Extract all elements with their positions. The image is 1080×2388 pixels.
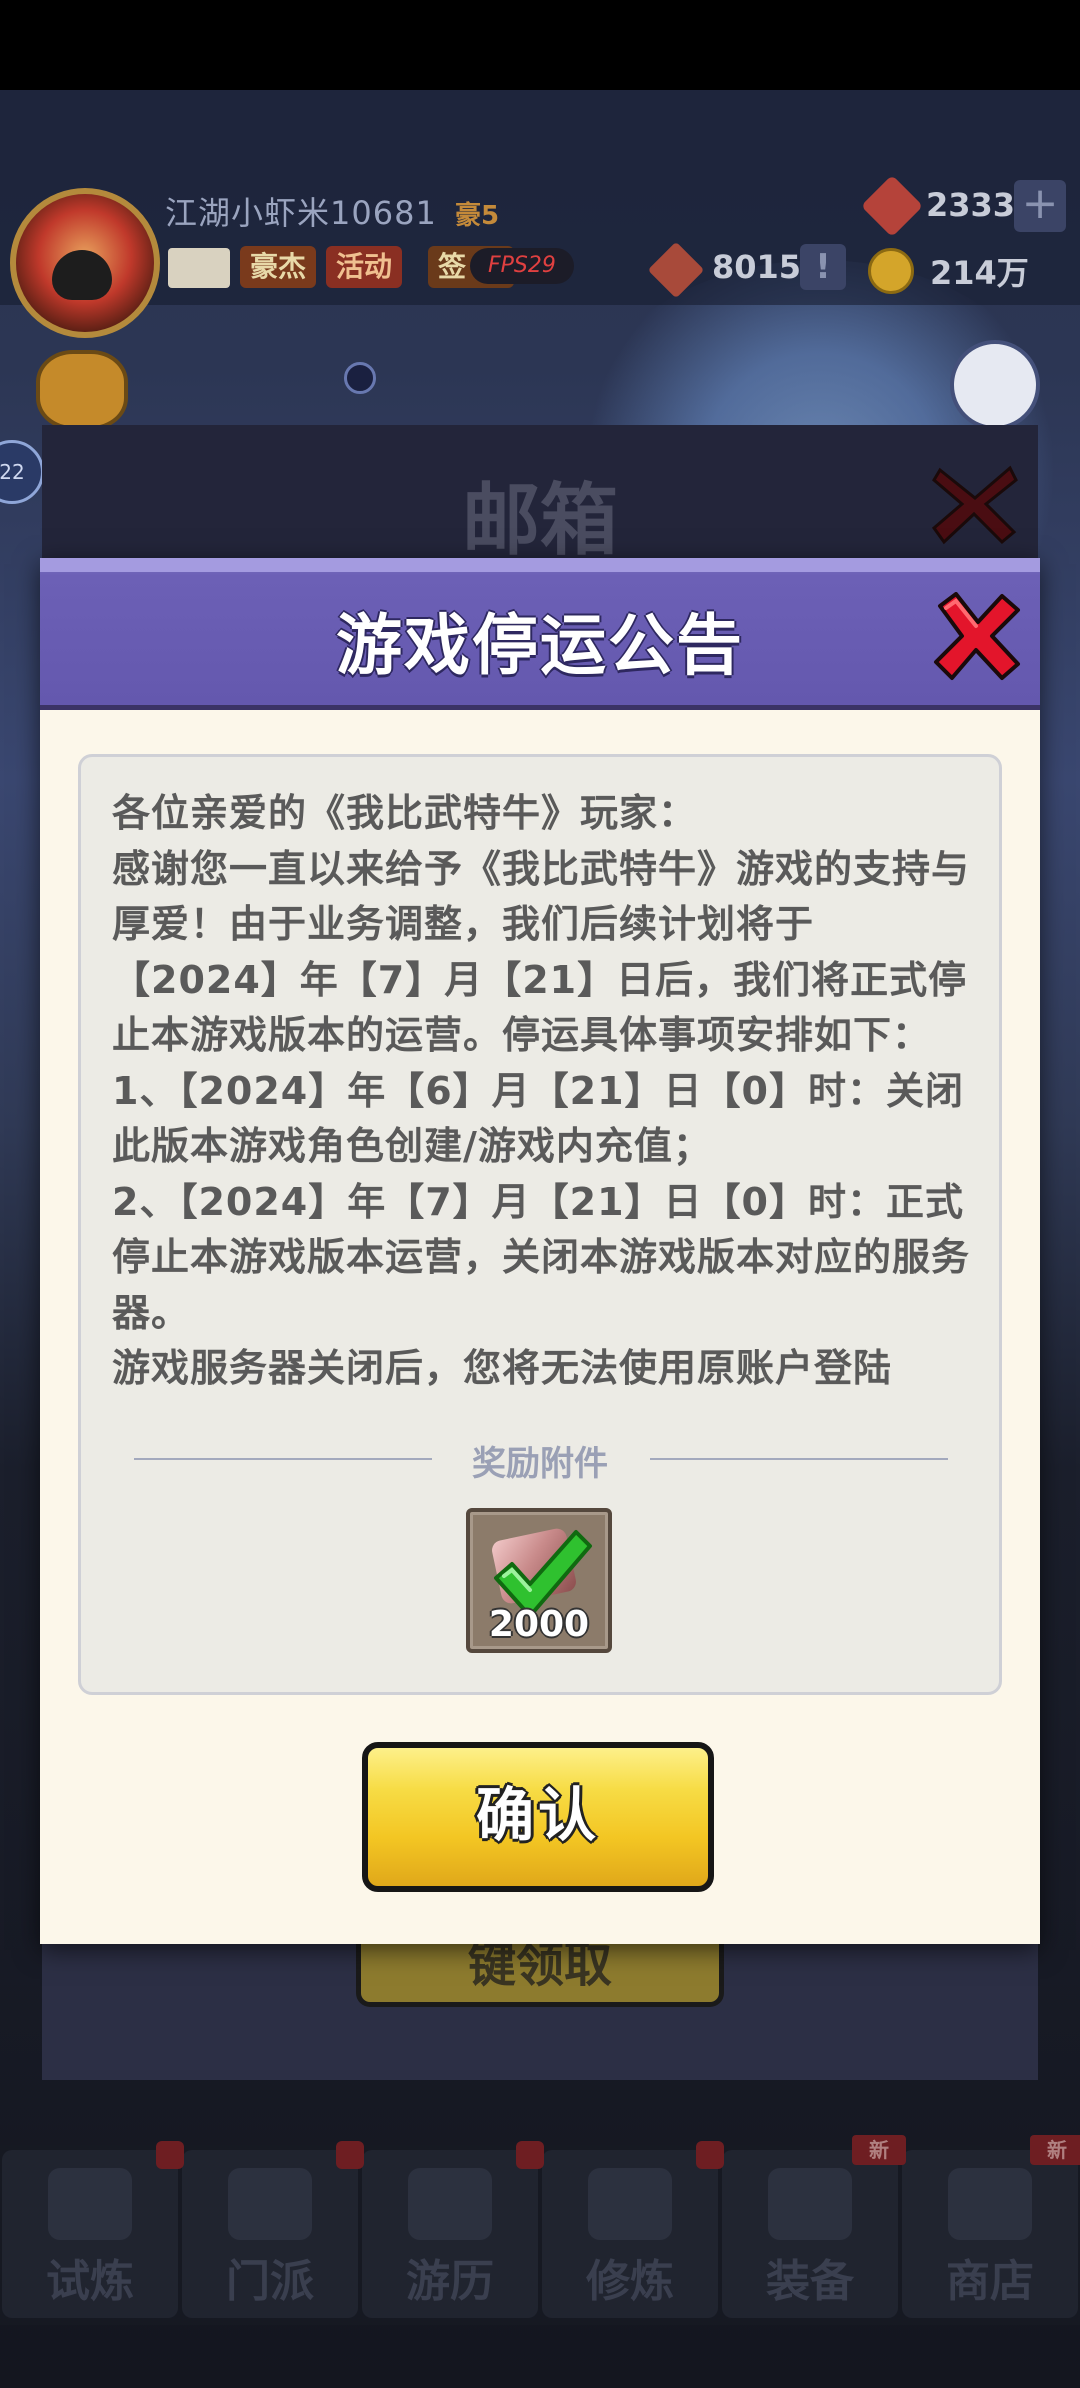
sect-icon [228,2168,312,2240]
divider-left [134,1458,432,1460]
nav-label-shop: 商店 [946,2256,1034,2307]
notice-scroll-area[interactable]: 各位亲爱的《我比武特牛》玩家： 感谢您一直以来给予《我比武特牛》游戏的支持与厚爱… [112,786,982,1416]
cultivate-icon [588,2168,672,2240]
token-count: 8015 [712,248,802,286]
nav-label-equipment: 装备 [766,2256,854,2307]
coin-icon [868,248,914,294]
new-badge: 新 [852,2135,906,2165]
divider-right [650,1458,948,1460]
add-gems-button[interactable]: + [1014,180,1066,232]
gem-count: 2333 [926,186,1016,224]
status-bar [0,0,1080,90]
alert-button[interactable]: ! [800,244,846,290]
header-highlight [40,558,1040,572]
coin-count: 214万 [930,254,1029,292]
notice-greeting: 各位亲爱的《我比武特牛》玩家： [112,791,698,835]
mail-icon[interactable] [168,248,230,288]
notification-dot [156,2141,184,2169]
notice-item-2: 2、【2024】年【7】月【21】日【0】时：正式停止本游戏版本运营，关闭本游戏… [112,1179,971,1335]
activity-chip[interactable]: 活动 [326,246,403,288]
notification-dot [696,2141,724,2169]
map-marker-icon [344,362,376,394]
equipment-icon [768,2168,852,2240]
trial-icon [48,2168,132,2240]
nav-label-sect: 门派 [226,2256,314,2307]
notice-item-1: 1、【2024】年【6】月【21】日【0】时：关闭此版本游戏角色创建/游戏内充值… [112,1068,964,1169]
haojie-chip[interactable]: 豪杰 [240,246,317,288]
chest-icon[interactable] [36,350,128,430]
mailbox-close-icon[interactable] [930,462,1020,546]
notification-dot [516,2141,544,2169]
confirm-button-label: 确认 [475,1781,600,1849]
reward-count: 2000 [488,1604,590,1645]
player-name: 江湖小虾米10681 [165,194,437,232]
announcement-title: 游戏停运公告 [336,607,744,684]
new-badge: 新 [1030,2135,1080,2165]
nav-label-cultivate: 修炼 [586,2256,674,2307]
vip-rank: 豪5 [455,201,500,231]
notice-continued: 游戏服务器关闭后，您将无法使用原账户登陆 [112,1346,893,1390]
nav-label-travel: 游历 [406,2256,494,2307]
travel-icon [408,2168,492,2240]
nav-label-trial: 试炼 [46,2256,134,2307]
notice-body: 感谢您一直以来给予《我比武特牛》游戏的支持与厚爱！由于业务调整，我们后续计划将于… [112,846,971,1058]
reward-label: 奖励附件 [472,1444,608,1484]
fps-counter: FPS29 [470,248,574,284]
shop-icon [948,2168,1032,2240]
notification-dot [336,2141,364,2169]
confirm-button[interactable]: 确认 [362,1742,714,1892]
mailbox-title: 邮箱 [461,476,618,566]
close-icon[interactable] [932,592,1022,682]
side-character-icon[interactable] [950,340,1040,430]
